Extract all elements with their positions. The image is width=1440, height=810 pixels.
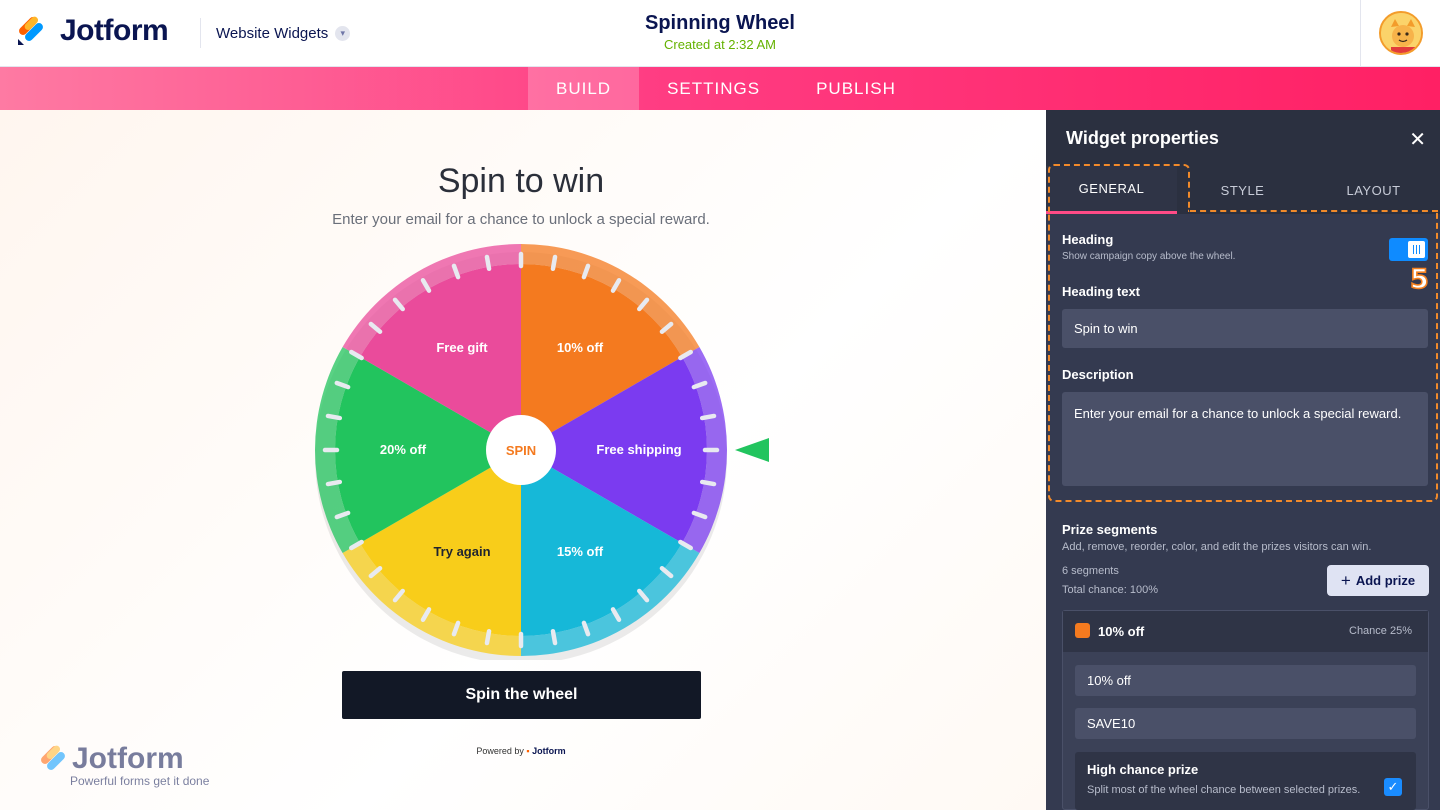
toggle-knob bbox=[1408, 241, 1425, 258]
watermark-tagline: Powerful forms get it done bbox=[70, 774, 210, 788]
account-menu[interactable] bbox=[1360, 0, 1440, 66]
heading-toggle-label: Heading bbox=[1062, 232, 1114, 247]
description-label: Description bbox=[1062, 367, 1134, 382]
builder-nav: BUILD SETTINGS PUBLISH bbox=[0, 67, 1440, 110]
wheel-peg bbox=[699, 479, 717, 487]
prize-label-input[interactable]: 10% off bbox=[1075, 665, 1416, 696]
jotform-watermark: Jotform Powerful forms get it done bbox=[38, 744, 209, 788]
prize-segments-label: Prize segments bbox=[1062, 522, 1158, 537]
tab-settings[interactable]: SETTINGS bbox=[639, 67, 788, 110]
add-prize-label: Add prize bbox=[1355, 573, 1416, 588]
created-at-label: Created at 2:32 AM bbox=[663, 37, 776, 52]
high-chance-prize-row bbox=[1075, 752, 1416, 810]
powered-by-brand: Jotform bbox=[532, 746, 566, 756]
panel-title: Widget properties bbox=[1066, 127, 1219, 148]
powered-by-prefix: Powered by bbox=[476, 746, 524, 756]
description-textarea[interactable]: Enter your email for a chance to unlock … bbox=[1062, 392, 1428, 486]
prize-color-swatch[interactable] bbox=[1075, 623, 1090, 638]
prize-name: 10% off bbox=[1098, 624, 1145, 639]
total-chance: Total chance: 100% bbox=[1062, 584, 1159, 596]
wheel-peg bbox=[484, 628, 492, 646]
wheel-segment-label: 10% off bbox=[557, 340, 604, 355]
top-bar: Jotform Website Widgets ▾ Spinning Wheel… bbox=[0, 0, 1440, 67]
avatar[interactable] bbox=[1378, 11, 1423, 55]
panel-header: Widget properties bbox=[1046, 110, 1440, 166]
wheel-segment-label: Free shipping bbox=[596, 442, 681, 457]
wheel-peg bbox=[325, 479, 343, 487]
high-chance-checkbox[interactable]: ✓ bbox=[1384, 778, 1402, 796]
step-number-badge: 5 bbox=[1409, 263, 1429, 296]
wheel-segment-label: Try again bbox=[433, 544, 490, 559]
prize-segments-hint: Add, remove, reorder, color, and edit th… bbox=[1062, 541, 1372, 553]
wheel-segment-label: Free gift bbox=[436, 340, 488, 355]
high-chance-hint: Split most of the wheel chance between s… bbox=[1087, 784, 1361, 796]
tab-layout[interactable]: LAYOUT bbox=[1308, 166, 1439, 214]
plus-icon: + bbox=[1340, 570, 1351, 590]
wheel-peg bbox=[484, 254, 492, 272]
heading-text-label: Heading text bbox=[1062, 284, 1141, 299]
document-title[interactable]: Spinning Wheel bbox=[0, 12, 1440, 35]
prize-chance: Chance 25% bbox=[1349, 625, 1412, 637]
wheel-pointer-icon bbox=[735, 438, 769, 462]
tab-publish[interactable]: PUBLISH bbox=[788, 67, 924, 110]
segment-count: 6 segments bbox=[1062, 565, 1119, 577]
widget-preview-canvas: Spin to win Enter your email for a chanc… bbox=[0, 110, 1046, 810]
widget-description: Enter your email for a chance to unlock … bbox=[332, 211, 710, 228]
wheel-segment-label: 20% off bbox=[380, 442, 427, 457]
wheel-peg bbox=[550, 254, 558, 272]
widget-heading: Spin to win bbox=[437, 162, 605, 200]
powered-by-icon: ▪ bbox=[526, 746, 530, 756]
watermark-logo-icon bbox=[41, 745, 65, 770]
add-prize-button[interactable]: + Add prize bbox=[1327, 565, 1429, 596]
high-chance-label: High chance prize bbox=[1087, 762, 1199, 777]
tab-style[interactable]: STYLE bbox=[1177, 166, 1308, 214]
wheel-peg bbox=[699, 413, 717, 421]
spin-the-wheel-button[interactable]: Spin the wheel bbox=[342, 671, 701, 719]
heading-text-input[interactable]: Spin to win bbox=[1062, 309, 1428, 348]
prize-code-input[interactable]: SAVE10 bbox=[1075, 708, 1416, 739]
highlight-outline-tab bbox=[1048, 164, 1190, 212]
wheel-peg bbox=[325, 413, 343, 421]
watermark-brand: Jotform bbox=[72, 742, 184, 775]
wheel-peg bbox=[550, 628, 558, 646]
spinning-wheel[interactable]: 10% off Free shipping 15% off Try again 20% … bbox=[310, 240, 770, 660]
document-title-block: Spinning Wheel Created at 2:32 AM bbox=[0, 12, 1440, 52]
heading-toggle-hint: Show campaign copy above the wheel. bbox=[1062, 251, 1236, 262]
tab-build[interactable]: BUILD bbox=[528, 67, 640, 110]
wheel-hub-label: SPIN bbox=[506, 443, 536, 458]
close-icon[interactable]: ✕ bbox=[1409, 127, 1426, 152]
heading-toggle[interactable] bbox=[1389, 238, 1428, 261]
wheel-segment-label: 15% off bbox=[557, 544, 604, 559]
